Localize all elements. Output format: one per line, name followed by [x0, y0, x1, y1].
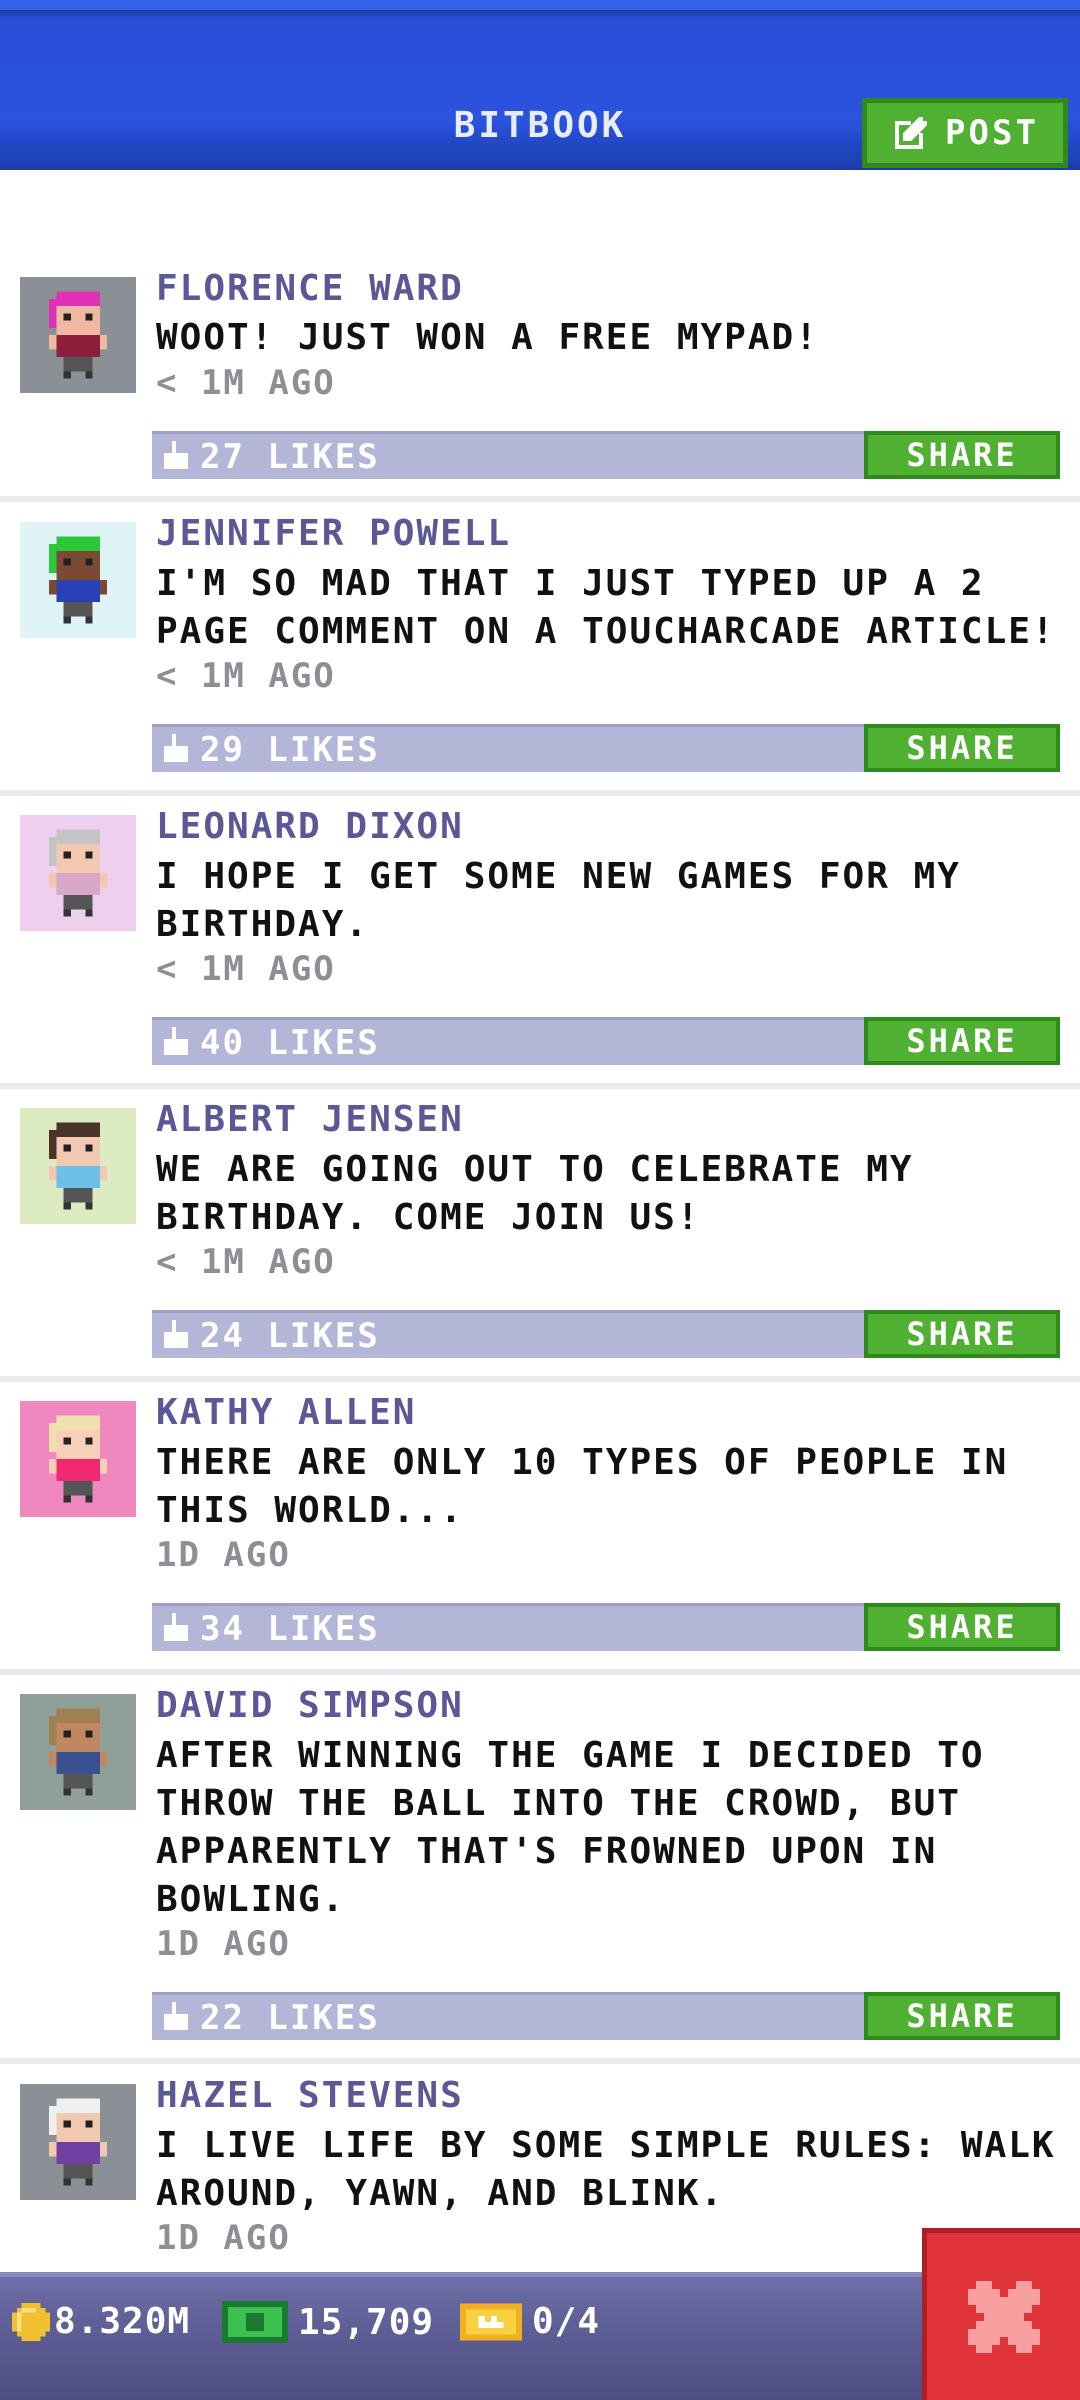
share-button[interactable]: SHARE — [864, 1603, 1060, 1651]
post-time: 1D AGO — [156, 2218, 291, 2258]
thumbs-up-icon — [164, 1026, 188, 1055]
person-icon — [49, 829, 107, 917]
likes-bar[interactable]: 22 LIKES — [152, 1992, 864, 2040]
likes-bar[interactable]: 34 LIKES — [152, 1603, 864, 1651]
likes-count: 40 LIKES — [200, 1022, 380, 1063]
share-button[interactable]: SHARE — [864, 1310, 1060, 1358]
person-icon — [49, 2098, 107, 2186]
person-icon — [49, 1708, 107, 1796]
post-text: WE ARE GOING OUT TO CELEBRATE MY BIRTHDA… — [156, 1149, 914, 1238]
app-header: BITBOOK POST — [0, 0, 1080, 170]
thumbs-up-icon — [164, 440, 188, 469]
person-icon — [49, 1415, 107, 1503]
avatar — [20, 815, 136, 931]
avatar — [20, 522, 136, 638]
likes-bar[interactable]: 40 LIKES — [152, 1017, 864, 1065]
post-time: 1D AGO — [156, 1924, 291, 1964]
post-time: < 1M AGO — [156, 656, 336, 696]
avatar — [20, 2084, 136, 2200]
likes-count: 34 LIKES — [200, 1608, 380, 1649]
divider — [0, 1669, 1080, 1675]
post-author[interactable]: JENNIFER POWELL — [156, 513, 511, 554]
person-icon — [49, 536, 107, 624]
tickets-stat: 0/4 — [460, 2301, 600, 2342]
post-time: < 1M AGO — [156, 363, 336, 403]
likes-count: 24 LIKES — [200, 1315, 380, 1356]
person-icon — [49, 1122, 107, 1210]
edit-icon — [895, 117, 928, 149]
post-time: < 1M AGO — [156, 1242, 336, 1282]
share-button[interactable]: SHARE — [864, 1017, 1060, 1065]
cash-icon — [222, 2301, 288, 2343]
post-text: AFTER WINNING THE GAME I DECIDED TO THRO… — [156, 1735, 985, 1920]
likes-bar[interactable]: 29 LIKES — [152, 724, 864, 772]
post-author[interactable]: LEONARD DIXON — [156, 806, 464, 847]
share-button[interactable]: SHARE — [864, 1992, 1060, 2040]
avatar — [20, 277, 136, 393]
close-icon — [967, 2280, 1040, 2353]
divider — [0, 1083, 1080, 1089]
share-button[interactable]: SHARE — [864, 431, 1060, 479]
post-text: I LIVE LIFE BY SOME SIMPLE RULES: WALK A… — [156, 2125, 1056, 2214]
post-text: THERE ARE ONLY 10 TYPES OF PEOPLE IN THI… — [156, 1442, 1009, 1531]
divider — [0, 496, 1080, 502]
coins-value: 8.320M — [54, 2301, 191, 2342]
avatar — [20, 1108, 136, 1224]
close-button[interactable] — [922, 2228, 1080, 2400]
thumbs-up-icon — [164, 2001, 188, 2030]
post-author[interactable]: HAZEL STEVENS — [156, 2075, 464, 2116]
post-text: I HOPE I GET SOME NEW GAMES FOR MY BIRTH… — [156, 856, 961, 945]
tickets-value: 0/4 — [532, 2301, 601, 2342]
divider — [0, 1376, 1080, 1382]
thumbs-up-icon — [164, 733, 188, 762]
post-author[interactable]: ALBERT JENSEN — [156, 1099, 464, 1140]
coins-stat: 8.320M — [12, 2301, 190, 2342]
person-icon — [49, 291, 107, 379]
post-button-label: POST — [945, 113, 1039, 153]
share-button[interactable]: SHARE — [864, 724, 1060, 772]
coin-icon — [12, 2302, 50, 2341]
likes-bar[interactable]: 24 LIKES — [152, 1310, 864, 1358]
likes-bar[interactable]: 27 LIKES — [152, 431, 864, 479]
cash-value: 15,709 — [298, 2301, 435, 2343]
post-time: < 1M AGO — [156, 949, 336, 989]
divider — [0, 2058, 1080, 2064]
cash-stat: 15,709 — [222, 2301, 434, 2343]
post-author[interactable]: DAVID SIMPSON — [156, 1685, 464, 1726]
post-author[interactable]: KATHY ALLEN — [156, 1392, 416, 1433]
post-text: I'M SO MAD THAT I JUST TYPED UP A 2 PAGE… — [156, 563, 1056, 652]
post-text: WOOT! JUST WON A FREE MYPAD! — [156, 317, 819, 358]
post-author[interactable]: FLORENCE WARD — [156, 268, 464, 309]
ticket-icon — [460, 2302, 522, 2341]
thumbs-up-icon — [164, 1319, 188, 1348]
post-button[interactable]: POST — [862, 98, 1068, 168]
avatar — [20, 1694, 136, 1810]
avatar — [20, 1401, 136, 1517]
likes-count: 22 LIKES — [200, 1997, 380, 2038]
likes-count: 27 LIKES — [200, 436, 380, 477]
divider — [0, 790, 1080, 796]
post-time: 1D AGO — [156, 1535, 291, 1575]
thumbs-up-icon — [164, 1612, 188, 1641]
likes-count: 29 LIKES — [200, 729, 380, 770]
currency-bar: 8.320M 15,709 0/4 — [0, 2272, 1080, 2400]
